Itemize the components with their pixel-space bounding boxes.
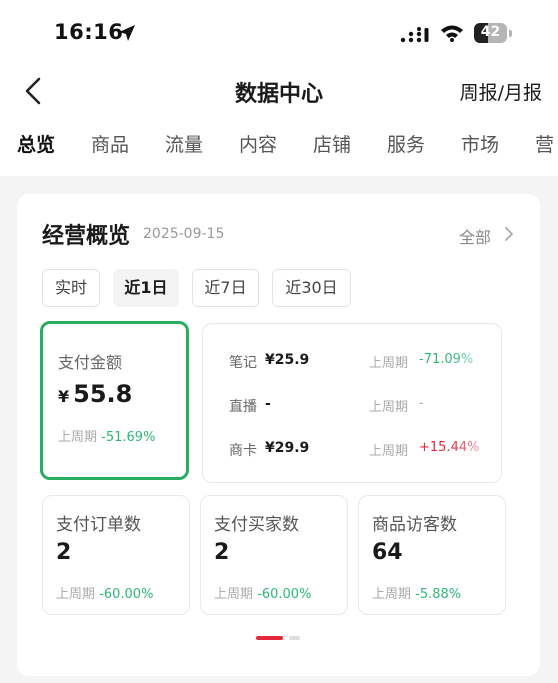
currency-symbol: ¥ <box>58 387 70 406</box>
tab-content[interactable]: 内容 <box>239 130 277 157</box>
metric-change: -5.88% <box>415 587 462 602</box>
metric-change: -60.00% <box>257 587 312 602</box>
breakdown-prev-label: 上周期 <box>369 444 409 459</box>
tab-store[interactable]: 店铺 <box>313 130 351 157</box>
payment-amount-value: ¥55.8 <box>58 380 132 408</box>
breakdown-value: ¥25.9 <box>265 352 310 368</box>
scroll-fade-overlay <box>451 324 501 482</box>
page-indicator-active <box>256 636 283 640</box>
payment-amount-change: -51.69% <box>101 430 156 445</box>
metric-comparison: 上周期 -60.00% <box>56 583 153 602</box>
metric-card-buyers[interactable]: 支付买家数 2 上周期 -60.00% <box>200 495 348 615</box>
metric-comparison: 上周期 -5.88% <box>372 583 461 602</box>
location-arrow-icon <box>119 25 135 41</box>
battery-icon: 42 <box>474 23 512 43</box>
tab-service[interactable]: 服务 <box>387 130 425 157</box>
chevron-right-icon[interactable] <box>503 226 515 242</box>
metric-label: 支付买家数 <box>214 515 299 535</box>
tab-products[interactable]: 商品 <box>91 130 129 157</box>
breakdown-prev-label: 上周期 <box>369 400 409 415</box>
category-tabs: 总览 商品 流量 内容 店铺 服务 市场 营 <box>0 130 558 166</box>
overview-date: 2025-09-15 <box>143 226 225 242</box>
filter-last-7-days[interactable]: 近7日 <box>192 269 259 307</box>
prev-period-label: 上周期 <box>372 587 412 602</box>
cellular-signal-icon <box>400 27 429 43</box>
breakdown-value: - <box>265 396 271 412</box>
tab-market[interactable]: 市场 <box>461 130 499 157</box>
metric-label: 支付订单数 <box>56 515 141 535</box>
tab-overview[interactable]: 总览 <box>17 130 55 157</box>
weekly-monthly-report-link[interactable]: 周报/月报 <box>460 78 542 105</box>
metric-change: -60.00% <box>99 587 154 602</box>
view-all-link[interactable]: 全部 <box>459 224 491 248</box>
payment-amount-card[interactable]: 支付金额 ¥55.8 上周期 -51.69% <box>40 321 189 480</box>
breakdown-prev-label: 上周期 <box>369 356 409 371</box>
status-time: 16:16 <box>54 20 124 44</box>
breakdown-name: 商卡 <box>229 443 257 459</box>
page-indicator-inactive <box>289 636 300 640</box>
payment-amount-comparison: 上周期 -51.69% <box>58 426 155 445</box>
breakdown-name: 笔记 <box>229 355 257 371</box>
breakdown-change: - <box>419 396 424 411</box>
channel-breakdown-card[interactable]: 笔记 ¥25.9 上周期 -71.09% 直播 - 上周期 - 商卡 ¥29.9… <box>202 323 502 483</box>
prev-period-label: 上周期 <box>56 587 96 602</box>
filter-last-1-day[interactable]: 近1日 <box>113 269 179 307</box>
metric-value: 2 <box>56 540 72 565</box>
prev-period-label: 上周期 <box>58 430 98 445</box>
wifi-icon <box>441 25 463 42</box>
overview-title: 经营概览 <box>42 224 131 249</box>
battery-percentage: 42 <box>480 24 501 40</box>
payment-amount-number: 55.8 <box>73 380 133 408</box>
breakdown-value: ¥29.9 <box>265 440 310 456</box>
tab-traffic[interactable]: 流量 <box>165 130 203 157</box>
filter-last-30-days[interactable]: 近30日 <box>272 269 351 307</box>
breakdown-name: 直播 <box>229 399 257 415</box>
status-bar: 16:16 42 <box>0 0 558 66</box>
payment-amount-label: 支付金额 <box>58 353 123 372</box>
metric-value: 64 <box>372 540 403 565</box>
metric-label: 商品访客数 <box>372 515 457 535</box>
filter-realtime[interactable]: 实时 <box>42 269 100 307</box>
metric-card-orders[interactable]: 支付订单数 2 上周期 -60.00% <box>42 495 190 615</box>
metric-value: 2 <box>214 540 230 565</box>
metric-comparison: 上周期 -60.00% <box>214 583 311 602</box>
prev-period-label: 上周期 <box>214 587 254 602</box>
tab-operations-partial[interactable]: 营 <box>535 130 554 157</box>
metric-card-visitors[interactable]: 商品访客数 64 上周期 -5.88% <box>358 495 506 615</box>
